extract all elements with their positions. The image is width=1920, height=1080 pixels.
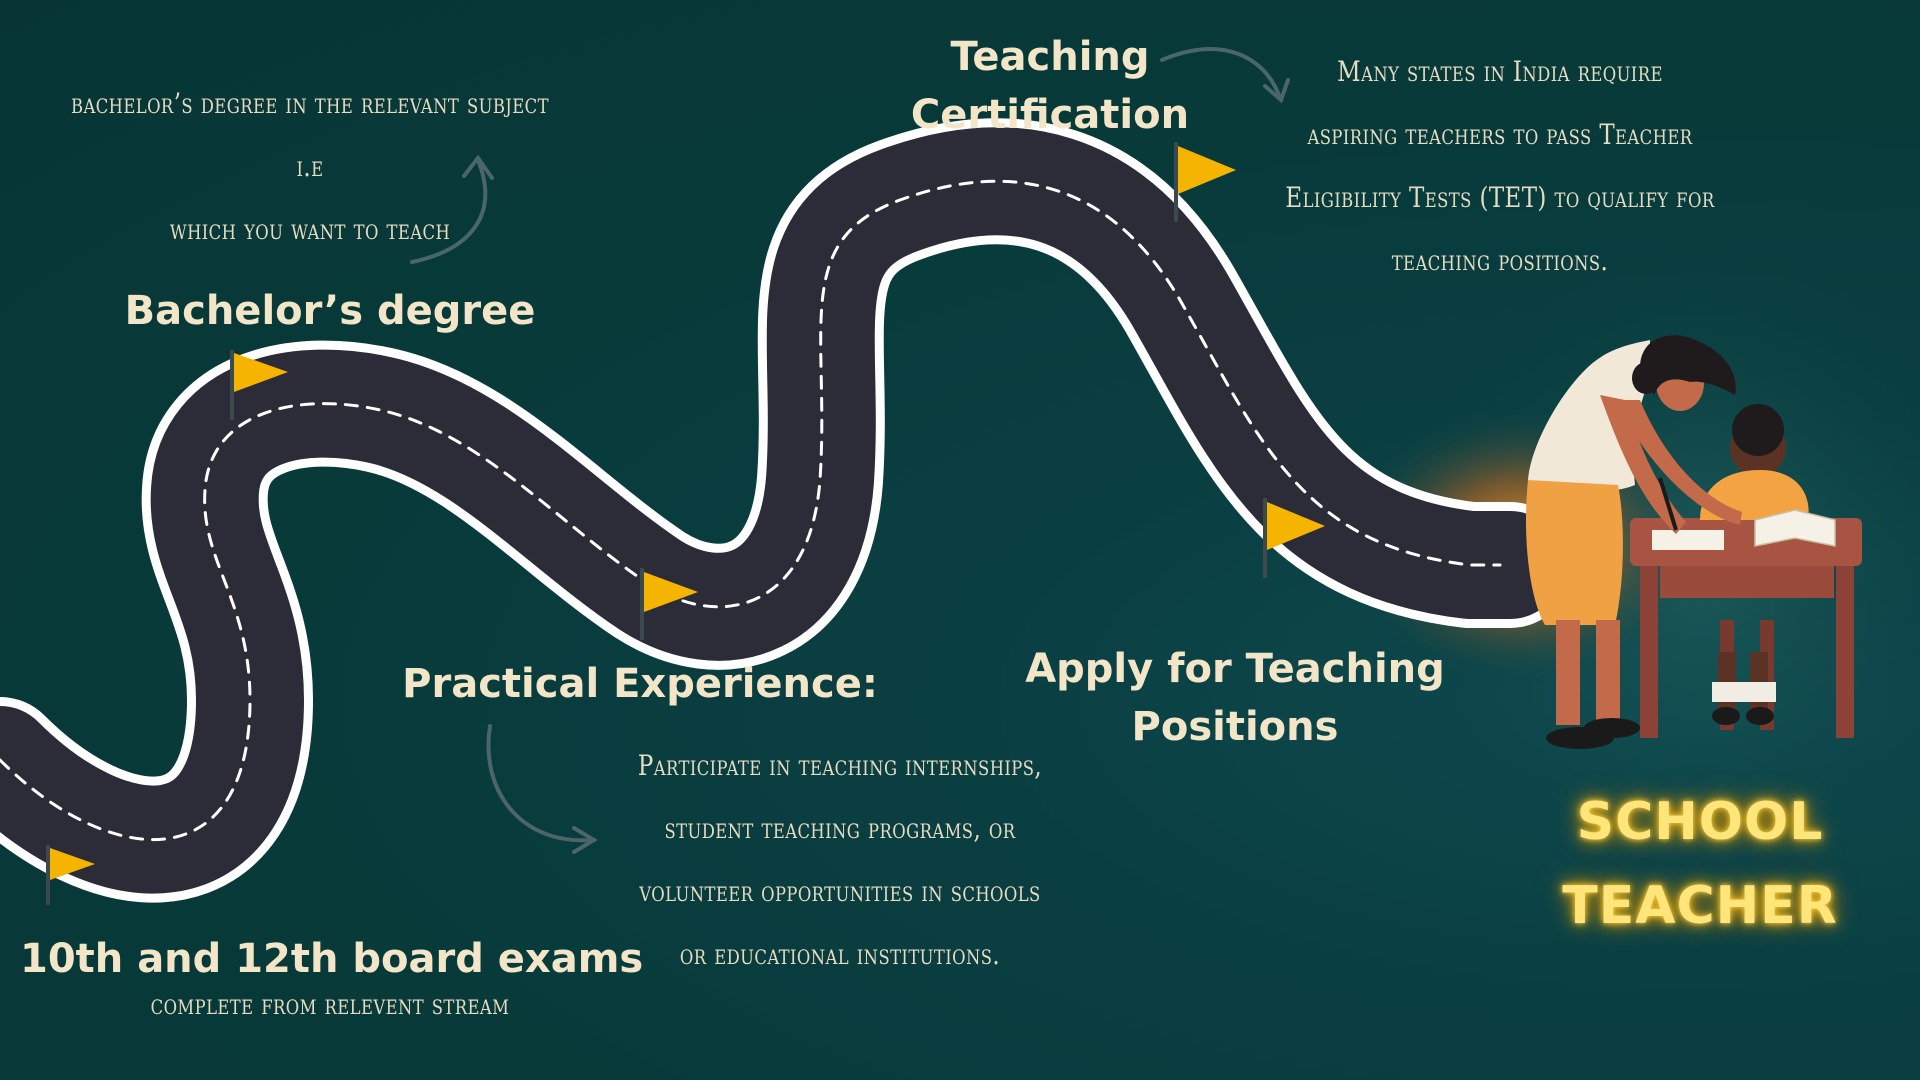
milestone-title-certification-line: Teaching: [950, 34, 1150, 80]
milestone-title-bachelors: Bachelor’s degree: [124, 288, 536, 334]
milestone-note-practical-line: volunteer opportunities in schools: [639, 875, 1041, 908]
goal-title-line: SCHOOL: [1576, 792, 1824, 852]
arrow-icon: [486, 724, 598, 854]
milestone-title-certification-line: Certification: [910, 92, 1190, 138]
milestone-note-bachelors: bachelor’s degree in the relevant subjec…: [56, 72, 564, 261]
milestone-note-board-exams: complete from relevent stream: [150, 988, 510, 1021]
milestone-note-certification-line: aspiring teachers to pass Teacher: [1307, 118, 1693, 151]
milestone-note-bachelors-line: bachelor’s degree in the relevant subjec…: [71, 87, 549, 183]
milestone-title-apply: Apply for Teaching Positions: [1010, 640, 1460, 756]
milestone-note-practical-line: Participate in teaching internships,: [637, 749, 1043, 782]
milestone-note-certification-line: Many states in India require: [1337, 55, 1663, 88]
milestone-note-practical-line: student teaching programs, or: [664, 812, 1016, 845]
milestone-note-certification: Many states in India require aspiring te…: [1279, 40, 1722, 292]
milestone-note-bachelors-line: which you want to teach: [169, 213, 451, 246]
milestone-title-apply-line: Positions: [1131, 704, 1339, 750]
milestone-note-practical: Participate in teaching internships, stu…: [619, 734, 1062, 986]
milestone-note-certification-line: Eligibility Tests (TET) to qualify for: [1285, 181, 1715, 214]
goal-title-line: TEACHER: [1562, 876, 1838, 936]
milestone-title-certification: Teaching Certification: [870, 28, 1230, 144]
milestone-note-certification-line: teaching positions.: [1391, 244, 1609, 277]
milestone-title-practical: Practical Experience:: [402, 661, 878, 707]
milestone-title-apply-line: Apply for Teaching: [1025, 646, 1445, 692]
goal-title: SCHOOL TEACHER: [1510, 780, 1890, 948]
milestone-title-board-exams: 10th and 12th board exams: [20, 936, 644, 982]
milestone-note-practical-line: or educational institutions.: [679, 938, 1001, 971]
